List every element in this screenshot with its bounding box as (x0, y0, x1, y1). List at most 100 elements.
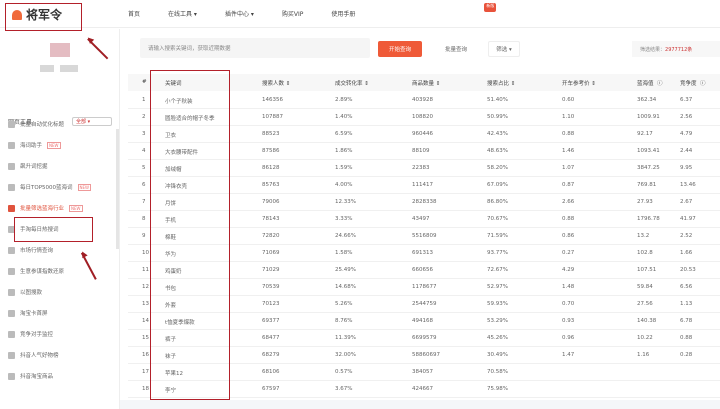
column-header[interactable]: 成交转化率 ⇕ (335, 79, 369, 87)
nav-online-tools[interactable]: 在线工具 ▾ (168, 9, 197, 18)
table-cell: 0.28 (680, 352, 693, 358)
nav-plugin-center[interactable]: 插件中心 ▾ (225, 9, 254, 18)
table-cell: 52.97% (487, 284, 508, 290)
table-cell: 50.99% (487, 114, 508, 120)
start-query-button[interactable]: 开始查询 (378, 41, 422, 57)
table-cell: 12.33% (335, 199, 356, 205)
table-cell: 1.59% (335, 165, 353, 171)
table-cell: 71.59% (487, 233, 508, 239)
table-cell: 424667 (412, 386, 433, 392)
table-cell: 67.09% (487, 182, 508, 188)
table-cell: 6.78 (680, 318, 693, 324)
tool-icon (8, 267, 15, 275)
table-cell: 1.16 (637, 352, 650, 358)
table-cell: 8.76% (335, 318, 353, 324)
nav-buy-vip[interactable]: 购买VIP (282, 9, 304, 18)
table-cell: 107.51 (637, 267, 657, 273)
sidebar-item[interactable]: 飙升词挖掘 (8, 162, 48, 170)
table-cell: 0.88 (680, 335, 693, 341)
table-cell: 4.29 (562, 267, 575, 273)
column-header[interactable]: 搜索占比 ⇕ (487, 79, 515, 87)
table-cell: 75.98% (487, 386, 508, 392)
keyword-search-input[interactable]: 请输入搜索关键词，获取近期数据 (140, 38, 370, 58)
table-cell: 9 (142, 233, 146, 239)
sidebar-item-label: 批量自动优化标题 (20, 122, 65, 128)
table-cell: 1796.78 (637, 216, 660, 222)
table-cell: 6.59% (335, 131, 353, 137)
table-cell: 9.95 (680, 165, 693, 171)
table-cell: 4 (142, 148, 146, 154)
annotation-box-keywords (150, 70, 230, 400)
table-cell: 1.48 (562, 284, 575, 290)
table-cell: 2.56 (680, 114, 693, 120)
table-cell: 1.46 (562, 148, 575, 154)
table-cell: 68477 (262, 335, 280, 341)
table-cell: 6.56 (680, 284, 693, 290)
horizontal-scrollbar[interactable] (120, 400, 720, 409)
tool-icon (8, 372, 15, 380)
tool-icon (8, 246, 15, 254)
tools-category-select[interactable]: 全部 ▾ (72, 117, 112, 126)
sidebar-item[interactable]: 竞争对手监控 (8, 330, 53, 338)
sidebar-item-label: 以图搜款 (20, 290, 43, 296)
sidebar-item-label: 淘宝卡首屏 (20, 311, 48, 317)
new-badge: 新版 (484, 3, 497, 12)
table-cell: 4.00% (335, 182, 353, 188)
column-header[interactable]: 搜索人数 ⇕ (262, 79, 290, 87)
tool-icon (8, 162, 15, 170)
table-cell: 403928 (412, 97, 433, 103)
batch-query-button[interactable]: 批量查询 (436, 41, 476, 57)
filter-dropdown[interactable]: 筛选 ▾ (488, 41, 520, 57)
column-header[interactable]: 蓝海值 (637, 79, 654, 87)
table-cell: 2828338 (412, 199, 437, 205)
sidebar-item[interactable]: 海词助手 NEW (8, 141, 61, 149)
table-cell: 12 (142, 284, 149, 290)
table-cell: 70539 (262, 284, 280, 290)
nav-home[interactable]: 首页 (128, 9, 140, 18)
sidebar-item[interactable]: 生意参谋指数还原 (8, 267, 64, 275)
sidebar-item[interactable]: 淘宝卡首屏 (8, 309, 48, 317)
tool-icon (8, 141, 15, 149)
sidebar-item[interactable]: 每日TOP5000蓝海词 NEW (8, 183, 91, 191)
table-cell: 59.93% (487, 301, 508, 307)
table-cell: 48.63% (487, 148, 508, 154)
annotation-box-sidebar-item (14, 217, 93, 242)
table-cell: 70.67% (487, 216, 508, 222)
table-cell: 86128 (262, 165, 280, 171)
table-cell: 1093.41 (637, 148, 660, 154)
table-cell: 78143 (262, 216, 280, 222)
help-icon[interactable]: ⓘ (700, 79, 706, 87)
table-cell: 0.96 (562, 335, 575, 341)
column-header[interactable]: 商品数量 ⇕ (412, 79, 440, 87)
table-cell: 6 (142, 182, 146, 188)
sidebar-item[interactable]: 批量自动优化标题 (8, 120, 64, 128)
tool-icon (8, 204, 15, 212)
table-cell: 1.40% (335, 114, 353, 120)
table-cell: 22383 (412, 165, 430, 171)
table-cell: 6.37 (680, 97, 693, 103)
result-count: 2977712条 (665, 47, 693, 53)
table-cell: 86.80% (487, 199, 508, 205)
sidebar-item[interactable]: 抖音淘宝商品 (8, 372, 53, 380)
sidebar-item[interactable]: 以图搜款 (8, 288, 42, 296)
help-icon[interactable]: ⓘ (657, 79, 663, 87)
column-header[interactable]: 开车参考价 ⇕ (562, 79, 596, 87)
table-cell: 1.58% (335, 250, 353, 256)
table-cell: 85763 (262, 182, 280, 188)
sidebar-item[interactable]: 市场行情查询 (8, 246, 53, 254)
table-cell: 11.39% (335, 335, 356, 341)
table-cell: 1.47 (562, 352, 575, 358)
sidebar-scrollbar[interactable] (116, 129, 119, 249)
table-cell: 92.17 (637, 131, 653, 137)
table-cell: 16 (142, 352, 149, 358)
table-cell: 0.70 (562, 301, 575, 307)
nav-manual[interactable]: 使用手册 (331, 9, 355, 18)
sidebar-item[interactable]: 批量筛选蓝海行业 NEW (8, 204, 83, 212)
table-cell: 13 (142, 301, 149, 307)
table-cell: 25.49% (335, 267, 356, 273)
column-header: # (142, 79, 147, 85)
table-cell: 51.40% (487, 97, 508, 103)
sidebar-item[interactable]: 抖音人气好物榜 (8, 351, 59, 359)
column-header[interactable]: 竞争度 (680, 79, 697, 87)
table-cell: 0.93 (562, 318, 575, 324)
